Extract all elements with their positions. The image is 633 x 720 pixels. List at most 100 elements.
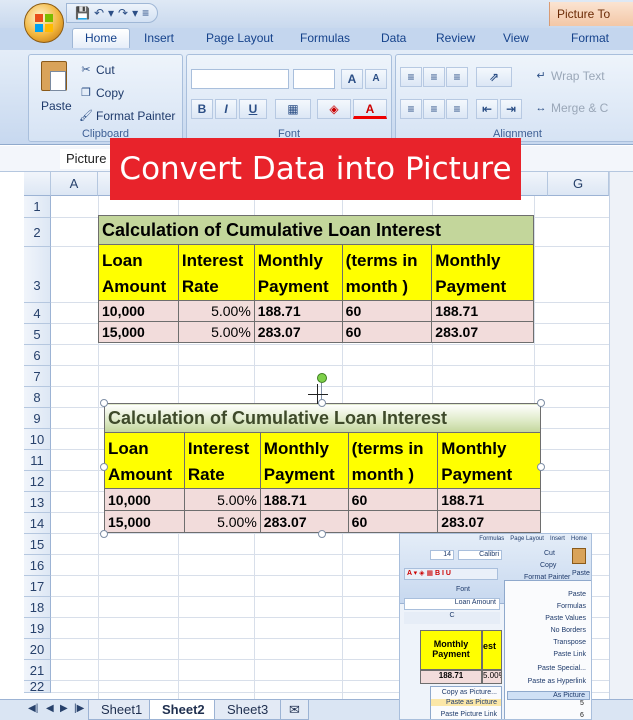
row-header[interactable]: 9 bbox=[24, 408, 51, 429]
row-header[interactable]: 10 bbox=[24, 429, 51, 450]
align-right-button[interactable]: ≡ bbox=[446, 99, 468, 119]
dropdown-icon[interactable]: ▾ bbox=[132, 6, 138, 20]
align-top-button[interactable]: ≡ bbox=[400, 67, 422, 87]
sheet-tab-1[interactable]: Sheet1 bbox=[88, 700, 156, 720]
row-header[interactable]: 8 bbox=[24, 387, 51, 408]
tab-data[interactable]: Data bbox=[381, 31, 406, 45]
first-sheet-icon[interactable]: ◀| bbox=[28, 703, 38, 714]
save-icon[interactable]: 💾 bbox=[75, 6, 90, 20]
resize-handle[interactable] bbox=[318, 530, 326, 538]
format-painter-button[interactable]: 🖌 Format Painter bbox=[79, 109, 175, 123]
cell[interactable]: 10,000 bbox=[98, 300, 179, 322]
row-header[interactable]: 19 bbox=[24, 618, 51, 639]
row-header[interactable]: 11 bbox=[24, 450, 51, 471]
resize-handle[interactable] bbox=[100, 463, 108, 471]
bold-button[interactable]: B bbox=[191, 99, 213, 119]
row-header[interactable]: 16 bbox=[24, 555, 51, 576]
grow-font-button[interactable]: A bbox=[341, 69, 363, 89]
tab-view[interactable]: View bbox=[503, 31, 529, 45]
row-header[interactable]: 2 bbox=[24, 218, 51, 247]
copy-button[interactable]: ❐ Copy bbox=[79, 86, 124, 100]
undo-icon[interactable]: ↶ bbox=[94, 6, 104, 20]
header-loan-amount[interactable]: Loan Amount bbox=[98, 244, 179, 301]
select-all-corner[interactable] bbox=[24, 172, 51, 196]
align-left-button[interactable]: ≡ bbox=[400, 99, 422, 119]
row-header[interactable]: 18 bbox=[24, 597, 51, 618]
vertical-scrollbar[interactable] bbox=[609, 172, 633, 699]
align-middle-button[interactable]: ≡ bbox=[423, 67, 445, 87]
row-header[interactable]: 14 bbox=[24, 513, 51, 534]
cut-button[interactable]: ✂ Cut bbox=[79, 63, 114, 77]
row-header[interactable]: 7 bbox=[24, 366, 51, 387]
row-header[interactable]: 1 bbox=[24, 196, 51, 218]
paste-icon[interactable] bbox=[41, 61, 67, 91]
paste-button[interactable]: Paste bbox=[41, 99, 72, 113]
loan-interest-table[interactable]: Calculation of Cumulative Loan Interest … bbox=[98, 215, 534, 343]
cell[interactable]: 283.07 bbox=[431, 321, 534, 343]
borders-button[interactable]: ▦ bbox=[275, 99, 311, 119]
header-interest-rate[interactable]: Interest Rate bbox=[177, 244, 255, 301]
wrap-text-button[interactable]: ↵ Wrap Text bbox=[534, 69, 604, 83]
tab-formulas[interactable]: Formulas bbox=[300, 31, 350, 45]
row-header[interactable]: 4 bbox=[24, 303, 51, 324]
row-header[interactable]: 3 bbox=[24, 247, 51, 303]
underline-button[interactable]: U bbox=[239, 99, 267, 119]
prev-sheet-icon[interactable]: ◀ bbox=[46, 703, 54, 714]
last-sheet-icon[interactable]: |▶ bbox=[74, 703, 84, 714]
header-terms[interactable]: (terms in month ) bbox=[341, 244, 433, 301]
orientation-button[interactable]: ⇗ bbox=[476, 67, 512, 87]
italic-button[interactable]: I bbox=[215, 99, 237, 119]
tab-insert[interactable]: Insert bbox=[144, 31, 174, 45]
header-monthly-payment-2[interactable]: Monthly Payment bbox=[431, 244, 534, 301]
redo-icon[interactable]: ↷ bbox=[118, 6, 128, 20]
cell[interactable]: 283.07 bbox=[253, 321, 343, 343]
rotate-handle[interactable] bbox=[317, 373, 327, 383]
merge-button[interactable]: ↔ Merge & C bbox=[534, 101, 609, 115]
cell[interactable]: 188.71 bbox=[253, 300, 343, 322]
resize-handle[interactable] bbox=[100, 530, 108, 538]
tab-home[interactable]: Home bbox=[72, 28, 131, 48]
cell[interactable]: 15,000 bbox=[98, 321, 179, 343]
row-header[interactable]: 22 bbox=[24, 680, 51, 693]
tab-review[interactable]: Review bbox=[436, 31, 475, 45]
row-header[interactable]: 12 bbox=[24, 471, 51, 492]
column-header-a[interactable]: A bbox=[51, 172, 98, 196]
fill-color-button[interactable]: ◈ bbox=[317, 99, 351, 119]
row-header[interactable]: 21 bbox=[24, 660, 51, 681]
office-button[interactable] bbox=[24, 3, 64, 43]
cell[interactable]: 60 bbox=[341, 300, 433, 322]
header-monthly-payment[interactable]: Monthly Payment bbox=[253, 244, 343, 301]
row-header[interactable]: 6 bbox=[24, 345, 51, 366]
shrink-font-button[interactable]: A bbox=[365, 69, 387, 89]
font-color-button[interactable]: A bbox=[353, 99, 387, 119]
dropdown-icon[interactable]: ▾ bbox=[108, 6, 114, 20]
align-center-button[interactable]: ≡ bbox=[423, 99, 445, 119]
resize-handle[interactable] bbox=[537, 463, 545, 471]
sheet-tab-3[interactable]: Sheet3 bbox=[214, 700, 282, 720]
cell[interactable]: 60 bbox=[341, 321, 433, 343]
resize-handle[interactable] bbox=[100, 399, 108, 407]
resize-handle[interactable] bbox=[537, 399, 545, 407]
tab-format[interactable]: Format bbox=[571, 31, 609, 45]
table-title[interactable]: Calculation of Cumulative Loan Interest bbox=[98, 215, 534, 245]
decrease-indent-button[interactable]: ⇤ bbox=[476, 99, 498, 119]
sheet-tab-2[interactable]: Sheet2 bbox=[149, 700, 218, 720]
cell[interactable]: 188.71 bbox=[431, 300, 534, 322]
insert-sheet-button[interactable]: ✉ bbox=[280, 700, 309, 720]
customize-qat-icon[interactable]: ≡ bbox=[142, 6, 149, 20]
row-header[interactable]: 5 bbox=[24, 324, 51, 345]
font-size-field[interactable] bbox=[293, 69, 335, 89]
next-sheet-icon[interactable]: ▶ bbox=[60, 703, 68, 714]
row-header[interactable]: 15 bbox=[24, 534, 51, 555]
pasted-picture[interactable]: Calculation of Cumulative Loan Interest … bbox=[104, 403, 541, 535]
cell[interactable]: 5.00% bbox=[177, 321, 255, 343]
tab-page-layout[interactable]: Page Layout bbox=[206, 31, 273, 45]
row-header[interactable]: 17 bbox=[24, 576, 51, 597]
resize-handle[interactable] bbox=[318, 399, 326, 407]
row-header[interactable]: 20 bbox=[24, 639, 51, 660]
column-header-g[interactable]: G bbox=[548, 172, 609, 196]
font-name-field[interactable] bbox=[191, 69, 289, 89]
cell[interactable]: 5.00% bbox=[177, 300, 255, 322]
align-bottom-button[interactable]: ≡ bbox=[446, 67, 468, 87]
increase-indent-button[interactable]: ⇥ bbox=[500, 99, 522, 119]
